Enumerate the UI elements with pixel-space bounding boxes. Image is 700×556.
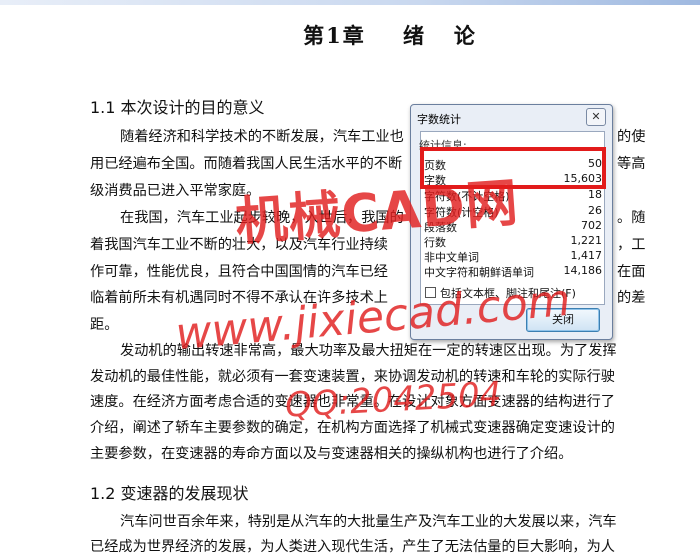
paragraph-line: 介绍，阐述了轿车主要参数的确定，在机构方面选择了机械式变速器确定变速设计的: [90, 420, 615, 436]
checkbox-icon[interactable]: [425, 287, 436, 298]
paragraph-line-fragment: 等高: [617, 156, 646, 172]
paragraph-line: 级消费品已进入平常家庭。: [90, 183, 261, 199]
highlight-box: [420, 147, 606, 189]
stat-row-non-chinese-words: 非中文单词 1,417: [424, 249, 602, 264]
section-heading-1-1: 1.1 本次设计的目的意义: [90, 98, 265, 117]
paragraph-line: 着我国汽车工业不断的壮大，以及汽车行业持续: [90, 237, 388, 253]
stat-row-lines: 行数 1,221: [424, 234, 602, 249]
stat-row-chars-with-spaces: 字符数(计空格) 26: [424, 204, 602, 219]
stat-row-paragraphs: 段落数 702: [424, 219, 602, 234]
paragraph-line: 发动机的输出转速非常高，最大功率及最大扭矩在一定的转速区出现。为了发挥: [120, 343, 617, 359]
paragraph-line: 用已经遍布全国。而随着我国人民生活水平的不断: [90, 156, 403, 172]
paragraph-line: 距。: [90, 317, 119, 333]
paragraph-line: 在我国，汽车工业起步较晚，入世后，我国的: [120, 210, 404, 226]
stat-label: 中文字符和朝鲜语单词: [424, 266, 534, 279]
section-heading-1-2: 1.2 变速器的发展现状: [90, 484, 249, 503]
stat-value: 14,186: [563, 264, 603, 277]
stat-value: 18: [588, 188, 602, 201]
paragraph-line-fragment: ，工: [617, 237, 646, 253]
paragraph-line-fragment: 的差: [617, 290, 646, 306]
stat-label: 段落数: [424, 221, 457, 234]
paragraph-line: 临着前所未有机遇同时不得不承认在许多技术上: [90, 290, 388, 306]
paragraph-line: 速度。在经济方面考虑合适的变速器也非常重。在设计对象方面变速器的结构进行了: [90, 394, 615, 410]
paragraph-line: 主要参数，在变速器的寿命方面以及与变速器相关的操纵机构也进行了介绍。: [90, 446, 573, 462]
chapter-title: 第1章 绪 论: [303, 23, 477, 48]
stat-value: 1,221: [570, 234, 603, 247]
include-textboxes-option[interactable]: 包括文本框、脚注和尾注(F): [425, 285, 576, 301]
stat-label: 非中文单词: [424, 251, 479, 264]
stat-label: 行数: [424, 236, 446, 249]
stat-row-chinese-chars: 中文字符和朝鲜语单词 14,186: [424, 264, 602, 279]
paragraph-line: 汽车问世百余年来，特别是从汽车的大批量生产及汽车工业的大发展以来，汽车: [120, 514, 617, 530]
stat-value: 1,417: [570, 249, 603, 262]
stat-value: 26: [588, 204, 602, 217]
paragraph-line: 已经成为世界经济的发展，为人类进入现代生活，产生了无法估量的巨大影响，为人: [90, 539, 615, 555]
close-icon[interactable]: ✕: [586, 108, 606, 126]
checkbox-label: 包括文本框、脚注和尾注(F): [440, 287, 576, 300]
paragraph-line-fragment: 在面: [617, 264, 646, 280]
stat-row-chars-no-spaces: 字符数(不计空格) 18: [424, 188, 602, 203]
paragraph-line-fragment: 的使: [617, 129, 646, 145]
dialog-title: 字数统计: [417, 113, 461, 126]
stat-value: 702: [581, 219, 602, 232]
paragraph-line-fragment: 。随: [617, 210, 646, 226]
stat-label: 字符数(计空格): [424, 206, 499, 219]
close-button[interactable]: 关闭: [526, 308, 600, 332]
paragraph-line: 发动机的最佳性能，就必须有一套变速装置，来协调发动机的转速和车轮的实际行驶: [90, 369, 615, 385]
paragraph-line: 随着经济和科学技术的不断发展，汽车工业也: [120, 129, 404, 145]
stat-label: 字符数(不计空格): [424, 190, 510, 203]
paragraph-line: 作可靠，性能优良，且符合中国国情的汽车已经: [90, 264, 388, 280]
word-count-dialog: 字数统计 ✕ 统计信息: 页数 50 字数 15,603 字符数(不计空格) 1…: [410, 104, 613, 340]
